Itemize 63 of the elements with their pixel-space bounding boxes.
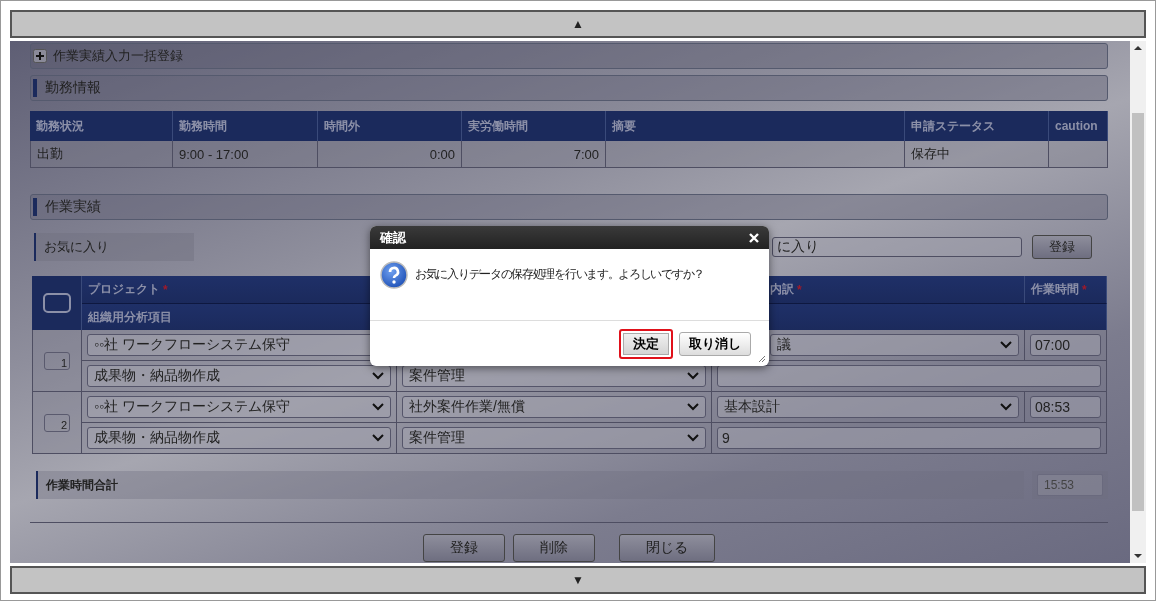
resize-grip-icon[interactable] [758,355,766,363]
column-header: 内訳 [770,281,794,298]
chevron-icon [687,434,699,442]
dropdown[interactable]: ◦◦社 ワークフローシステム保守 [87,396,391,418]
dropdown[interactable]: 案件管理 [402,365,706,387]
column-header: プロジェクト [88,281,160,298]
dialog-title: 確認 [380,228,406,247]
time-field[interactable]: 08:53 [1030,396,1101,418]
table-cell: 出勤 [30,141,173,168]
chevron-icon [687,372,699,380]
dropdown[interactable]: 案件管理 [402,427,706,449]
total-label: 作業時間合計 [36,471,1024,499]
close-icon[interactable] [749,232,759,243]
table-cell: 7:00 [462,141,606,168]
scrollbar[interactable] [1130,41,1146,563]
chevron-icon [1000,403,1012,411]
note-field[interactable]: 9 [717,427,1101,449]
table-cell: 9:00 - 17:00 [173,141,318,168]
dropdown[interactable]: 基本設計 [717,396,1019,418]
column-header: 時間外 [318,111,462,141]
column-header: 作業時間 [1031,281,1079,298]
plus-icon[interactable] [33,49,47,63]
column-header: 実労働時間 [462,111,606,141]
section-title: 勤務情報 [45,79,101,97]
scroll-up-button[interactable]: ▲ [10,10,1146,38]
dialog-button[interactable]: 決定 [619,328,673,359]
dialog-button[interactable]: 取り消し [679,331,751,356]
select-all-checkbox[interactable] [42,293,71,313]
table-cell: 保存中 [905,141,1049,168]
column-header: 勤務状況 [30,111,173,141]
dropdown[interactable]: 議 [770,334,1019,356]
required-mark: * [797,282,802,297]
column-header: 申請ステータス [905,111,1049,141]
dropdown[interactable]: 成果物・納品物作成 [87,365,391,387]
action-button[interactable]: 閉じる [619,534,715,562]
note-field[interactable] [717,365,1101,387]
row-number: 2 [44,413,70,432]
field-label: お気に入り [34,233,194,261]
dropdown[interactable]: 社外案件作業/無償 [402,396,706,418]
action-button[interactable]: 登録 [423,534,505,562]
column-header: 摘要 [606,111,905,141]
required-mark: * [1082,282,1087,297]
required-mark: * [163,282,168,297]
action-button[interactable]: 削除 [513,534,595,562]
row-number: 1 [44,351,70,370]
column-header: caution [1049,111,1108,141]
section-title: 作業実績 [45,198,101,216]
favorite-name-field[interactable]: に入り [772,237,1022,257]
chevron-icon [687,403,699,411]
chevron-icon [1000,341,1012,349]
register-button[interactable]: 登録 [1032,235,1092,259]
total-time-field: 15:53 [1037,474,1103,496]
question-icon [380,261,408,289]
time-field[interactable]: 07:00 [1030,334,1101,356]
table-cell [1049,141,1108,168]
dropdown[interactable]: 成果物・納品物作成 [87,427,391,449]
dialog-message: お気に入りデータの保存処理を行います。よろしいですか？ [415,266,704,283]
table-cell: 0:00 [318,141,462,168]
scroll-down-button[interactable]: ▼ [10,566,1146,594]
chevron-icon [372,434,384,442]
chevron-icon [372,403,384,411]
chevron-icon [372,372,384,380]
column-header: 勤務時間 [173,111,318,141]
